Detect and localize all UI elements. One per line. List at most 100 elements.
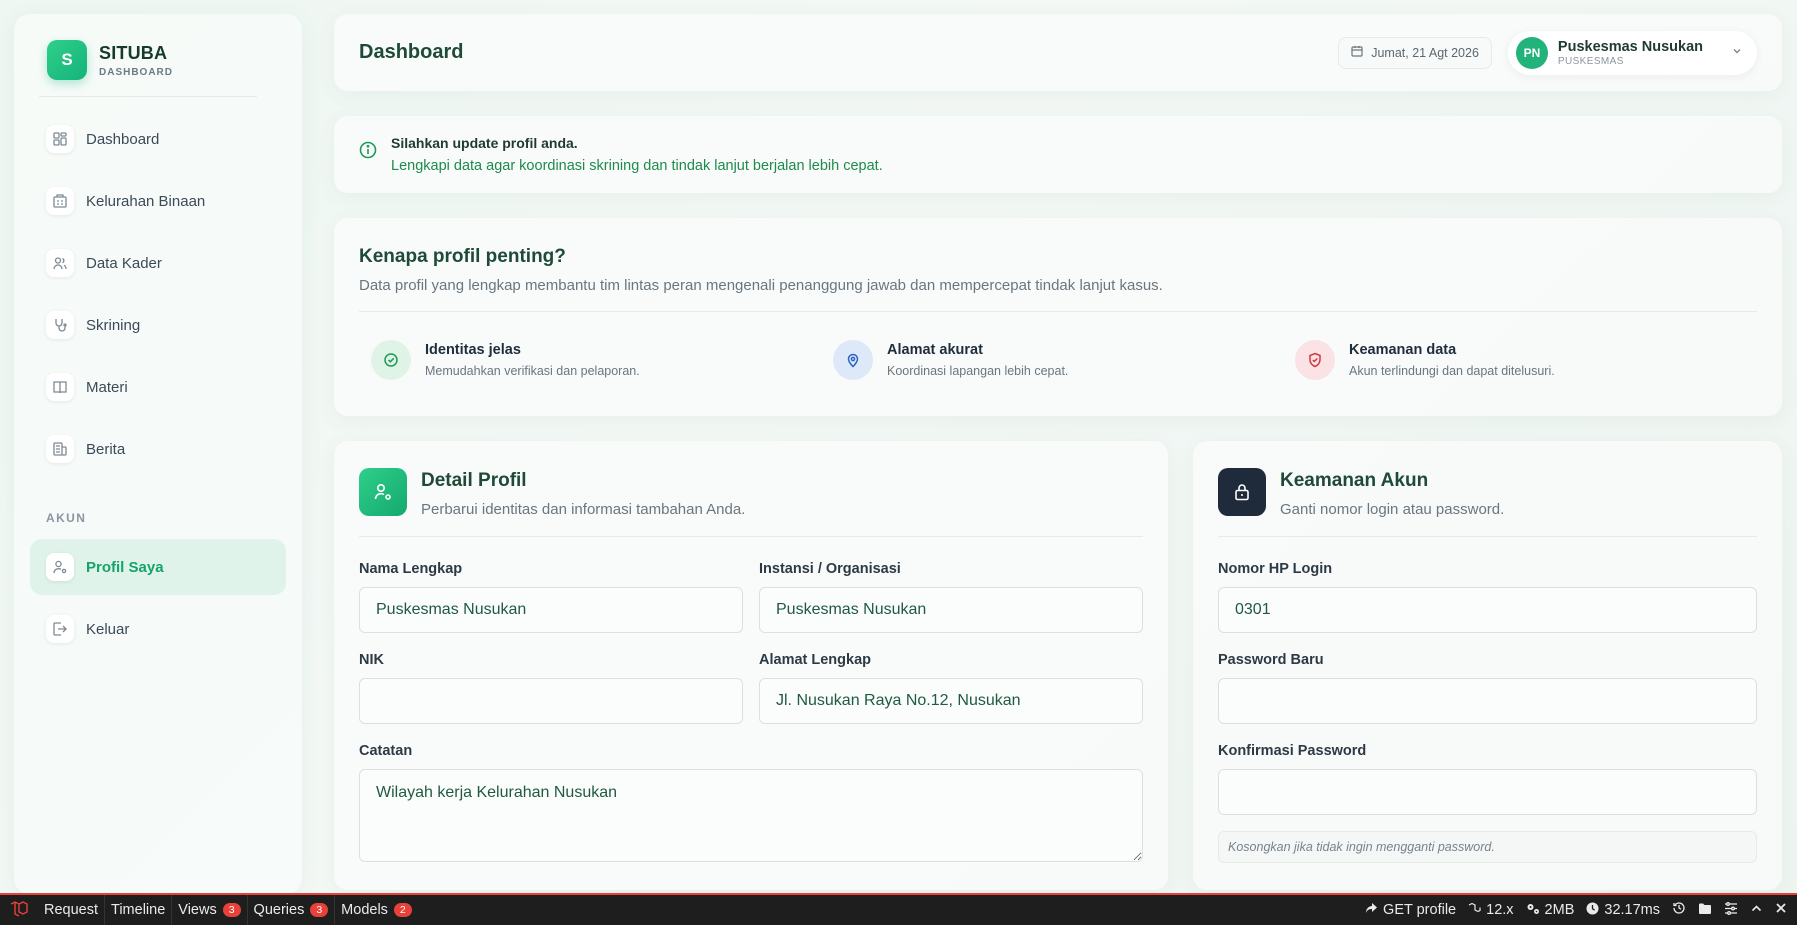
- user-name: Puskesmas Nusukan: [1557, 38, 1703, 55]
- account-security-card: Keamanan Akun Ganti nomor login atau pas…: [1193, 441, 1782, 890]
- stethoscope-icon: [46, 311, 74, 339]
- debug-tab-request[interactable]: Request: [38, 895, 106, 925]
- laravel-logo-icon[interactable]: [0, 895, 38, 925]
- user-gear-icon: [46, 553, 74, 581]
- feature-identitas: Identitas jelas Memudahkan verifikasi da…: [371, 340, 833, 380]
- password-confirm-label: Konfirmasi Password: [1218, 743, 1367, 759]
- field-password: Password Baru: [1218, 652, 1757, 724]
- sidebar-item-profil-saya[interactable]: Profil Saya: [30, 539, 286, 595]
- security-card-subtitle: Ganti nomor login atau password.: [1280, 501, 1505, 518]
- info-icon: [359, 141, 377, 174]
- debug-tab-label: Views: [178, 902, 217, 918]
- clock-icon: [1586, 902, 1599, 919]
- security-card-title: Keamanan Akun: [1280, 470, 1429, 491]
- field-catatan: Catatan Wilayah kerja Kelurahan Nusukan: [359, 743, 1143, 867]
- new-password-input[interactable]: [1218, 678, 1757, 724]
- history-icon[interactable]: [1672, 901, 1686, 919]
- feature-desc: Memudahkan verifikasi dan pelaporan.: [425, 364, 640, 378]
- check-circle-icon: [371, 340, 411, 380]
- why-profile-card: Kenapa profil penting? Data profil yang …: [334, 218, 1782, 416]
- field-nama: Nama Lengkap: [359, 561, 743, 633]
- debug-tab-models[interactable]: Models 2: [335, 895, 418, 925]
- sidebar-item-label: Profil Saya: [86, 558, 164, 576]
- top-header: Dashboard Jumat, 21 Agt 2026 PN Puskesma…: [334, 14, 1782, 91]
- avatar: PN: [1515, 36, 1548, 69]
- logout-icon: [46, 615, 74, 643]
- field-password-confirm: Konfirmasi Password: [1218, 743, 1757, 815]
- nama-label: Nama Lengkap: [359, 561, 463, 577]
- feature-desc: Akun terlindungi dan dapat ditelusuri.: [1349, 364, 1555, 378]
- phone-login-input[interactable]: [1218, 587, 1757, 633]
- sidebar-item-label: Kelurahan Binaan: [86, 192, 206, 210]
- debug-tab-label: Request: [44, 902, 99, 918]
- debug-memory: 2MB: [1526, 902, 1574, 919]
- sidebar-nav: Dashboard Kelurahan Binaan Data Kader Sk…: [30, 111, 286, 657]
- sidebar-section-akun: AKUN: [46, 511, 87, 525]
- debug-tab-label: Models: [341, 902, 388, 918]
- user-gear-icon: [359, 468, 407, 516]
- debug-route[interactable]: GET profile: [1365, 902, 1456, 919]
- divider: [359, 311, 1757, 312]
- field-nik: NIK: [359, 652, 743, 724]
- brand-logo: S: [47, 40, 87, 80]
- debug-tab-label: Timeline: [111, 902, 166, 918]
- sidebar-item-keluar[interactable]: Keluar: [30, 601, 286, 657]
- feature-title: Keamanan data: [1349, 342, 1457, 358]
- sidebar-item-skrining[interactable]: Skrining: [30, 297, 286, 353]
- chevron-up-icon[interactable]: [1750, 902, 1763, 919]
- date-chip: Jumat, 21 Agt 2026: [1338, 36, 1492, 69]
- settings-icon[interactable]: [1724, 901, 1738, 919]
- chevron-down-icon: [1731, 44, 1743, 62]
- instansi-label: Instansi / Organisasi: [759, 561, 901, 577]
- alamat-input[interactable]: [759, 678, 1143, 724]
- cogs-icon: [1526, 902, 1540, 919]
- alert-text: Lengkapi data agar koordinasi skrining d…: [391, 158, 883, 174]
- debug-tab-label: Queries: [253, 902, 305, 918]
- lock-icon: [1218, 468, 1266, 516]
- feature-alamat: Alamat akurat Koordinasi lapangan lebih …: [833, 340, 1295, 380]
- sidebar: S SITUBA DASHBOARD Dashboard Kelurahan B…: [14, 14, 302, 894]
- sidebar-item-dashboard[interactable]: Dashboard: [30, 111, 286, 167]
- sidebar-item-label: Skrining: [86, 316, 141, 334]
- features-list: Identitas jelas Memudahkan verifikasi da…: [359, 340, 1757, 380]
- debug-tab-timeline[interactable]: Timeline: [105, 895, 173, 925]
- laravel-icon: [1468, 902, 1481, 919]
- sidebar-item-materi[interactable]: Materi: [30, 359, 286, 415]
- current-date: Jumat, 21 Agt 2026: [1371, 45, 1479, 60]
- grid-icon: [46, 125, 74, 153]
- debug-time: 32.17ms: [1586, 902, 1660, 919]
- why-profile-title: Kenapa profil penting?: [359, 246, 566, 267]
- close-icon[interactable]: [1775, 902, 1787, 918]
- field-instansi: Instansi / Organisasi: [759, 561, 1143, 633]
- password-hint: Kosongkan jika tidak ingin mengganti pas…: [1218, 831, 1757, 863]
- profile-card-subtitle: Perbarui identitas dan informasi tambaha…: [421, 501, 746, 518]
- why-profile-desc: Data profil yang lengkap membantu tim li…: [359, 277, 1163, 294]
- sidebar-item-kelurahan[interactable]: Kelurahan Binaan: [30, 173, 286, 229]
- nik-input[interactable]: [359, 678, 743, 724]
- map-pin-icon: [833, 340, 873, 380]
- folder-icon[interactable]: [1698, 902, 1712, 919]
- confirm-password-input[interactable]: [1218, 769, 1757, 815]
- user-menu[interactable]: PN Puskesmas Nusukan PUSKESMAS: [1507, 30, 1757, 75]
- debug-tab-queries[interactable]: Queries 3: [248, 895, 336, 925]
- map-icon: [46, 187, 74, 215]
- sidebar-item-data-kader[interactable]: Data Kader: [30, 235, 286, 291]
- sidebar-item-label: Dashboard: [86, 130, 160, 148]
- catatan-textarea[interactable]: Wilayah kerja Kelurahan Nusukan: [359, 769, 1143, 862]
- feature-desc: Koordinasi lapangan lebih cepat.: [887, 364, 1069, 378]
- alert-title: Silahkan update profil anda.: [391, 135, 578, 151]
- update-profile-alert: Silahkan update profil anda. Lengkapi da…: [334, 116, 1782, 193]
- alamat-label: Alamat Lengkap: [759, 652, 871, 668]
- debug-version: 12.x: [1468, 902, 1514, 919]
- users-icon: [46, 249, 74, 277]
- nama-input[interactable]: [359, 587, 743, 633]
- debug-version-text: 12.x: [1486, 902, 1514, 918]
- brand[interactable]: S SITUBA DASHBOARD: [39, 40, 257, 97]
- debug-tab-views[interactable]: Views 3: [172, 895, 248, 925]
- instansi-input[interactable]: [759, 587, 1143, 633]
- debug-route-text: GET profile: [1383, 902, 1457, 918]
- share-icon: [1365, 902, 1378, 919]
- sidebar-item-berita[interactable]: Berita: [30, 421, 286, 477]
- sidebar-item-label: Materi: [86, 378, 128, 396]
- brand-sub: DASHBOARD: [99, 66, 173, 78]
